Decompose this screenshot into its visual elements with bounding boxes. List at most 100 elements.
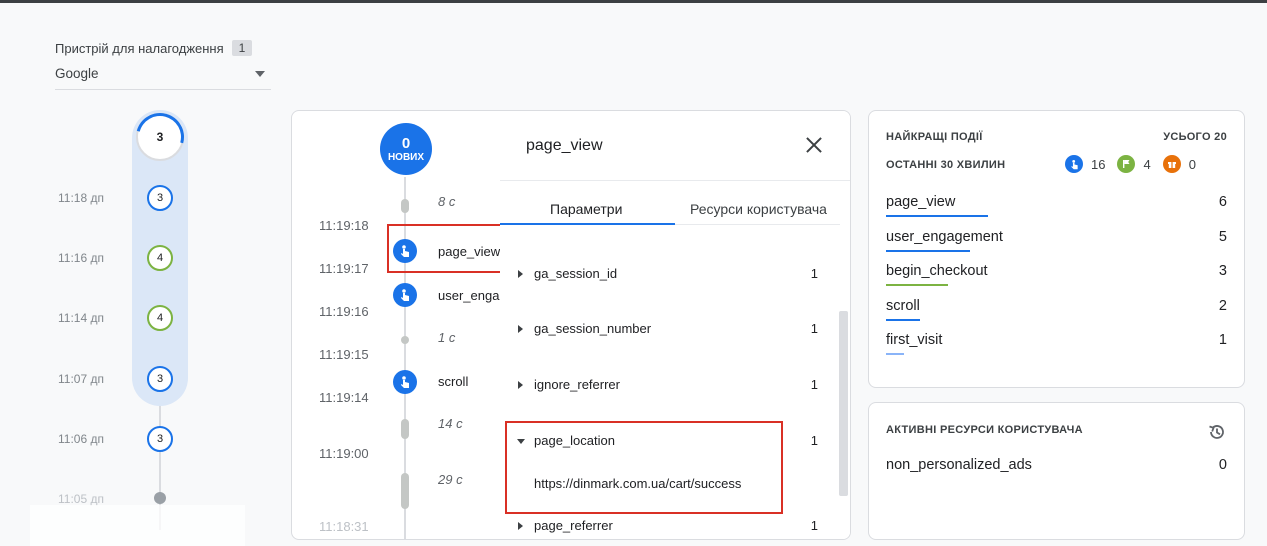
current-minute-circle[interactable]: 3	[127, 104, 193, 170]
minute-time: 11:16 дп	[58, 251, 104, 265]
debug-device-title: Пристрій для налагодження	[55, 40, 224, 56]
tab-user-properties[interactable]: Ресурси користувача	[690, 201, 827, 217]
highlight-box	[387, 224, 502, 273]
debug-device-count: 1	[231, 40, 253, 56]
history-icon[interactable]	[1207, 422, 1227, 442]
minute-time: 11:14 дп	[58, 311, 104, 325]
debug-device-select[interactable]: Google	[55, 62, 271, 90]
expand-arrow-icon	[518, 381, 523, 389]
second-time: 11:19:00	[319, 446, 369, 461]
minute-event-count[interactable]: 4	[147, 245, 173, 271]
expand-arrow-icon	[518, 325, 523, 333]
param-count: 1	[810, 518, 818, 533]
touch-icon[interactable]	[393, 283, 417, 307]
divider	[500, 180, 850, 181]
top-event-count: 3	[1218, 263, 1227, 279]
gap-tick	[401, 336, 409, 344]
scrollbar[interactable]	[839, 311, 848, 496]
user-property-row[interactable]: non_personalized_ads 0	[886, 457, 1227, 491]
top-event-name: begin_checkout	[886, 263, 988, 279]
tab-parameters[interactable]: Параметри	[550, 201, 622, 217]
new-events-badge[interactable]: 0 НОВИХ	[380, 123, 432, 175]
debug-device-value: Google	[55, 66, 99, 81]
top-events-period: ОСТАННІ 30 ХВИЛИН	[886, 159, 1006, 171]
legend-count: 16	[1091, 156, 1106, 172]
param-name: ga_session_number	[534, 321, 652, 336]
event-detail-title: page_view	[526, 137, 603, 154]
event-type-legend: 16 4 0	[1065, 155, 1208, 173]
top-events-card: НАЙКРАЩІ ПОДІЇ УСЬОГО 20 ОСТАННІ 30 ХВИЛ…	[868, 110, 1245, 388]
top-events-title: НАЙКРАЩІ ПОДІЇ	[886, 131, 983, 143]
gap-duration: 14 с	[438, 416, 463, 431]
minute-empty-dot[interactable]	[154, 492, 166, 504]
flag-icon	[1117, 155, 1136, 173]
stream-event-name[interactable]: user_engagement	[438, 288, 500, 303]
minute-time: 11:05 дп	[58, 492, 104, 506]
event-detail-panel: page_view Параметри Ресурси користувача …	[500, 111, 850, 539]
param-name: ignore_referrer	[534, 377, 620, 392]
param-row[interactable]: ga_session_number 1	[518, 321, 818, 341]
gift-icon	[1162, 155, 1181, 173]
param-row[interactable]: ignore_referrer 1	[518, 377, 818, 397]
expand-arrow-icon	[518, 270, 523, 278]
top-event-row[interactable]: user_engagement 5	[886, 229, 1227, 263]
top-event-count: 6	[1218, 194, 1227, 210]
top-event-name: user_engagement	[886, 228, 1003, 245]
minute-event-count[interactable]: 3	[147, 366, 173, 392]
param-count: 1	[810, 266, 818, 281]
second-time: 11:19:16	[319, 304, 369, 319]
debug-device-label: Пристрій для налагодження 1	[55, 40, 253, 56]
touch-icon	[1065, 155, 1083, 173]
param-row[interactable]: page_referrer 1	[518, 518, 818, 538]
top-event-row[interactable]: begin_checkout 3	[886, 263, 1227, 297]
top-event-row[interactable]: page_view 6	[886, 194, 1227, 228]
top-events-total: УСЬОГО 20	[1163, 131, 1227, 143]
gap-tick	[401, 199, 409, 213]
close-icon[interactable]	[802, 133, 826, 157]
expand-arrow-icon	[518, 522, 523, 530]
stream-event-name[interactable]: scroll	[438, 374, 500, 389]
second-time: 11:19:14	[319, 390, 369, 405]
param-count: 1	[810, 433, 818, 448]
highlight-box	[505, 421, 783, 514]
top-event-count: 2	[1218, 297, 1227, 314]
second-time: 11:19:15	[319, 347, 369, 362]
seconds-stream-card: 0 НОВИХ 11:19:18 11:19:17 11:19:16 11:19…	[291, 110, 851, 540]
active-tab-indicator	[500, 223, 675, 225]
top-event-row[interactable]: scroll 2	[886, 298, 1227, 332]
param-count: 1	[810, 377, 818, 392]
top-event-name: page_view	[886, 194, 956, 210]
top-event-row[interactable]: first_visit 1	[886, 332, 1227, 366]
new-events-count: 0	[401, 134, 411, 152]
top-event-count: 1	[1218, 332, 1227, 348]
minute-time: 11:06 дп	[58, 432, 104, 446]
minute-time: 11:07 дп	[58, 372, 104, 386]
new-events-label: НОВИХ	[387, 151, 425, 163]
top-event-share-bar	[886, 215, 988, 217]
user-property-value: 0	[1218, 457, 1227, 473]
gap-duration: 8 с	[438, 194, 456, 209]
param-count: 1	[810, 321, 818, 336]
top-event-share-bar	[886, 284, 948, 286]
fade-overlay	[30, 505, 245, 546]
minute-event-count[interactable]: 3	[147, 426, 173, 452]
user-properties-card: АКТИВНІ РЕСУРСИ КОРИСТУВАЧА non_personal…	[868, 402, 1245, 540]
top-event-name: first_visit	[886, 332, 943, 348]
minute-event-count[interactable]: 3	[147, 185, 173, 211]
top-event-share-bar	[886, 249, 970, 252]
param-name: ga_session_id	[534, 266, 618, 281]
legend-count: 0	[1188, 156, 1196, 172]
user-property-name: non_personalized_ads	[886, 457, 1032, 473]
user-properties-title: АКТИВНІ РЕСУРСИ КОРИСТУВАЧА	[886, 424, 1083, 436]
gap-duration: 1 с	[438, 330, 456, 345]
top-event-name: scroll	[886, 297, 920, 314]
param-name: page_referrer	[534, 518, 613, 533]
minute-event-count[interactable]: 4	[147, 305, 173, 331]
second-time: 11:19:18	[319, 218, 369, 233]
touch-icon[interactable]	[393, 370, 417, 394]
second-time: 11:19:17	[319, 261, 369, 276]
legend-count: 4	[1143, 156, 1151, 172]
minute-time: 11:18 дп	[58, 191, 104, 205]
param-row[interactable]: ga_session_id 1	[518, 266, 818, 286]
top-event-share-bar	[886, 318, 920, 321]
